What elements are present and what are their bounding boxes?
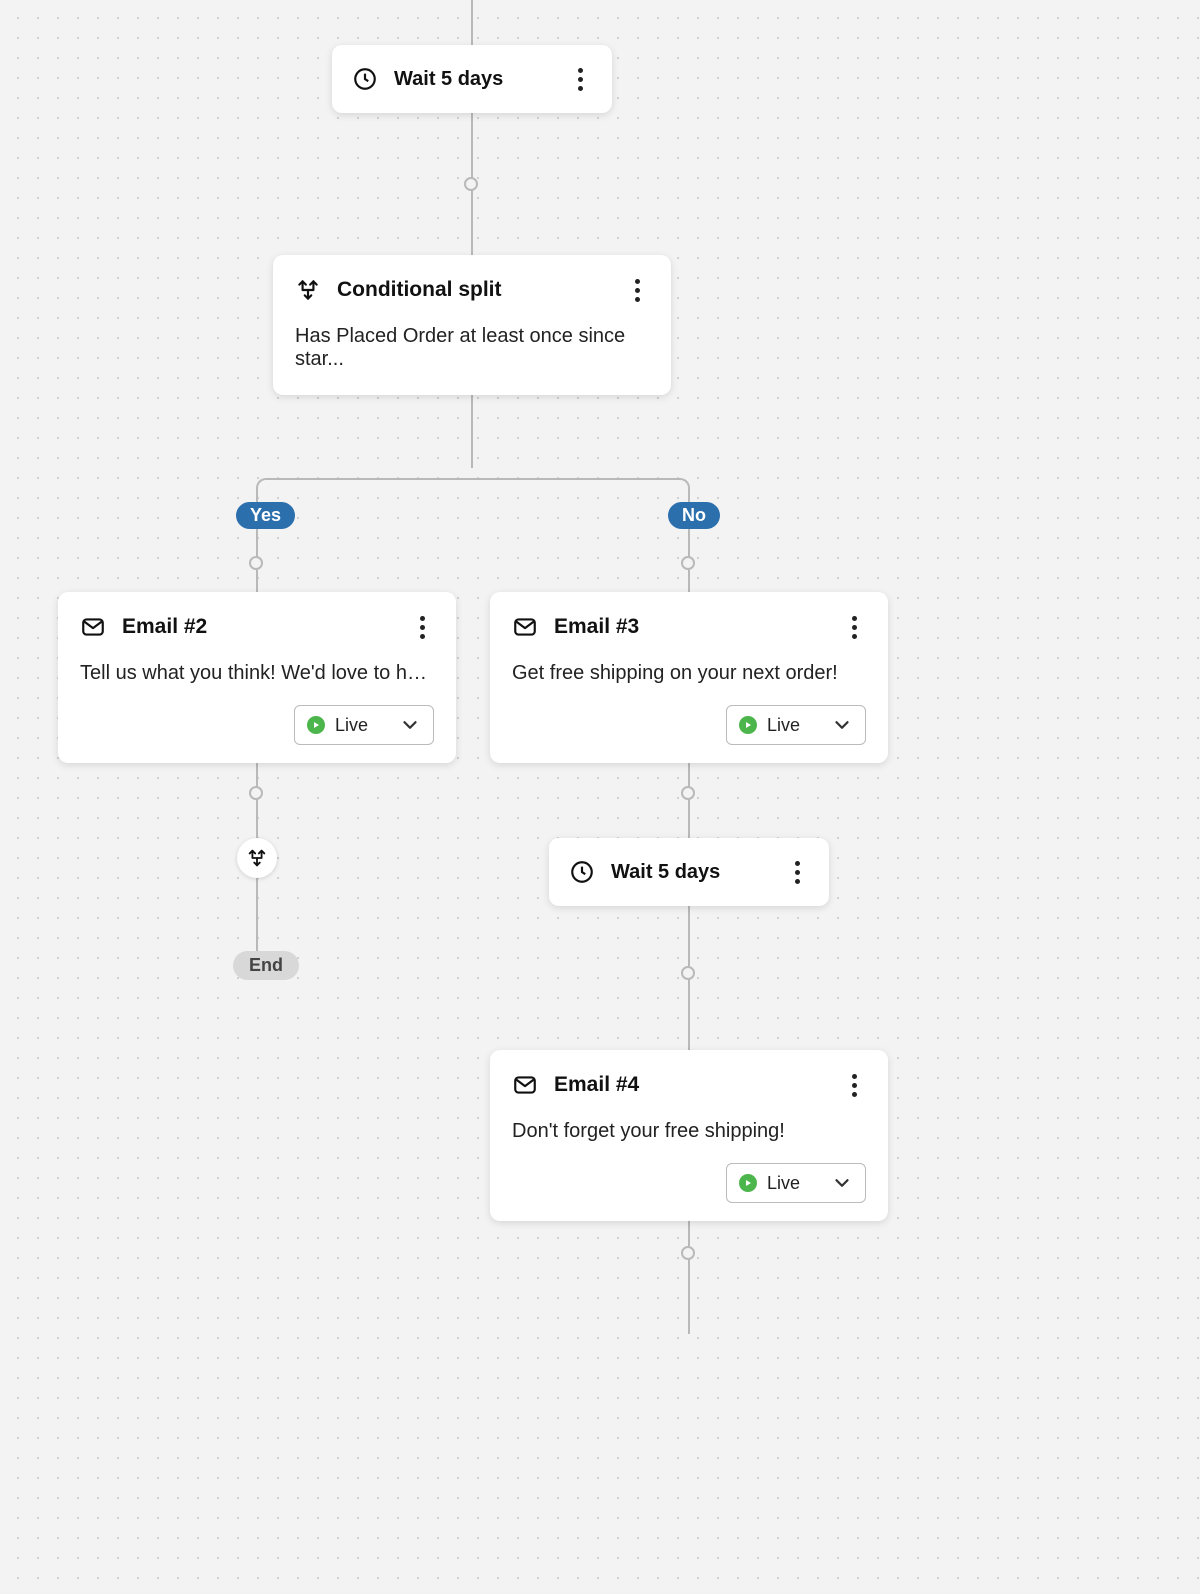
- email-step-title: Email #3: [554, 615, 842, 639]
- chevron-down-icon: [831, 714, 853, 736]
- connector-corner: [256, 478, 276, 498]
- email-icon: [512, 614, 538, 640]
- email-step-subject: Get free shipping on your next order!: [512, 662, 866, 685]
- email-status-label: Live: [335, 715, 368, 736]
- clock-icon: [352, 66, 378, 92]
- email-step-card-2[interactable]: Email #2 Tell us what you think! We'd lo…: [58, 592, 456, 763]
- step-menu-button[interactable]: [410, 615, 434, 639]
- play-icon: [307, 716, 325, 734]
- add-step-node[interactable]: [681, 966, 695, 980]
- step-menu-button[interactable]: [842, 615, 866, 639]
- step-menu-button[interactable]: [625, 278, 649, 302]
- email-status-label: Live: [767, 715, 800, 736]
- add-step-node[interactable]: [464, 177, 478, 191]
- email-step-subject: Tell us what you think! We'd love to hea…: [80, 662, 434, 685]
- chevron-down-icon: [399, 714, 421, 736]
- email-step-subject: Don't forget your free shipping!: [512, 1120, 866, 1143]
- email-status-dropdown[interactable]: Live: [726, 705, 866, 745]
- email-icon: [512, 1072, 538, 1098]
- add-step-node[interactable]: [681, 556, 695, 570]
- conditional-split-card[interactable]: Conditional split Has Placed Order at le…: [273, 255, 671, 395]
- email-step-card-4[interactable]: Email #4 Don't forget your free shipping…: [490, 1050, 888, 1221]
- email-step-title: Email #2: [122, 615, 410, 639]
- email-status-dropdown[interactable]: Live: [294, 705, 434, 745]
- email-status-label: Live: [767, 1173, 800, 1194]
- connector-line: [268, 478, 678, 480]
- conditional-split-condition: Has Placed Order at least once since sta…: [295, 325, 649, 371]
- chevron-down-icon: [831, 1172, 853, 1194]
- conditional-split-title: Conditional split: [337, 278, 625, 302]
- connector-line: [256, 876, 258, 952]
- flow-canvas[interactable]: Wait 5 days Conditional split Has Placed…: [0, 0, 1200, 1594]
- branch-no-badge: No: [668, 502, 720, 529]
- email-status-dropdown[interactable]: Live: [726, 1163, 866, 1203]
- wait-step-label: Wait 5 days: [394, 68, 568, 91]
- add-step-node[interactable]: [249, 786, 263, 800]
- step-menu-button[interactable]: [785, 860, 809, 884]
- wait-step-card[interactable]: Wait 5 days: [549, 838, 829, 906]
- step-menu-button[interactable]: [568, 67, 592, 91]
- email-icon: [80, 614, 106, 640]
- step-menu-button[interactable]: [842, 1073, 866, 1097]
- end-badge: End: [233, 951, 299, 980]
- connector-corner: [670, 478, 690, 498]
- split-icon: [295, 277, 321, 303]
- email-step-title: Email #4: [554, 1073, 842, 1097]
- wait-step-card[interactable]: Wait 5 days: [332, 45, 612, 113]
- play-icon: [739, 1174, 757, 1192]
- add-step-node[interactable]: [681, 786, 695, 800]
- connector-line: [471, 0, 473, 45]
- email-step-card-3[interactable]: Email #3 Get free shipping on your next …: [490, 592, 888, 763]
- play-icon: [739, 716, 757, 734]
- branch-yes-badge: Yes: [236, 502, 295, 529]
- split-path-indicator[interactable]: [237, 838, 277, 878]
- wait-step-label: Wait 5 days: [611, 861, 785, 884]
- add-step-node[interactable]: [249, 556, 263, 570]
- connector-line: [688, 1214, 690, 1334]
- add-step-node[interactable]: [681, 1246, 695, 1260]
- clock-icon: [569, 859, 595, 885]
